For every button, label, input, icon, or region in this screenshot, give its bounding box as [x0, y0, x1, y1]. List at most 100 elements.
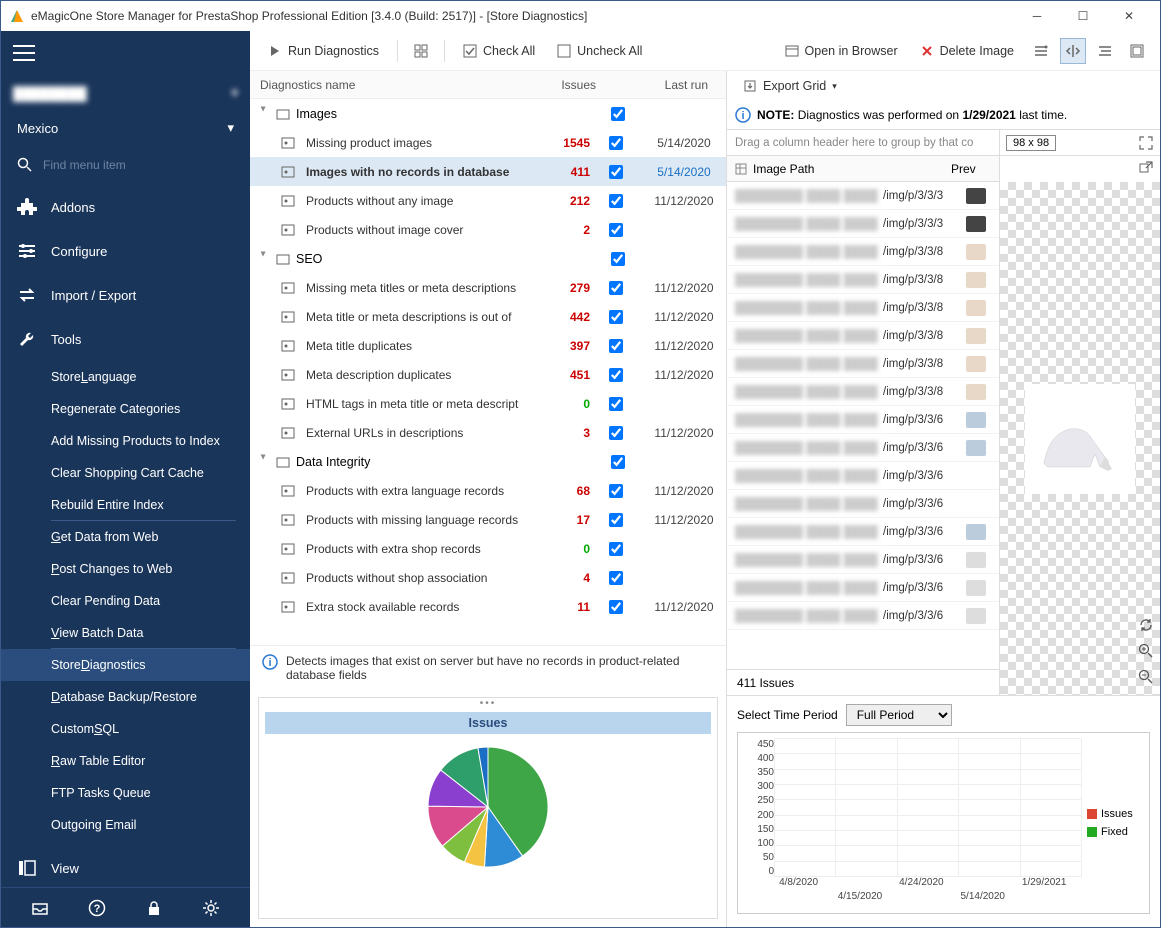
- zoom-in-icon[interactable]: [1138, 643, 1156, 661]
- menu-toggle[interactable]: [1, 31, 250, 75]
- chevron-down-icon: ▾: [832, 81, 837, 92]
- grid-row[interactable]: ████████ ████ ████/img/p/3/3/6: [727, 462, 999, 490]
- toolbar-icon-1[interactable]: [408, 38, 434, 64]
- tree-group[interactable]: ▸Images: [250, 99, 726, 128]
- sidebar-sub-9[interactable]: Store Diagnostics: [1, 649, 250, 681]
- grid-row[interactable]: ████████ ████ ████/img/p/3/3/6: [727, 434, 999, 462]
- grid-row[interactable]: ████████ ████ ████/img/p/3/3/8: [727, 238, 999, 266]
- maximize-button[interactable]: ☐: [1060, 1, 1106, 31]
- app-icon: [9, 8, 25, 24]
- open-browser-button[interactable]: Open in Browser: [777, 40, 906, 62]
- delete-image-button[interactable]: Delete Image: [912, 40, 1022, 62]
- group-drop-zone[interactable]: Drag a column header here to group by th…: [727, 130, 999, 156]
- nav-tools[interactable]: Tools: [1, 317, 250, 361]
- inbox-icon[interactable]: [31, 899, 49, 917]
- tree-row[interactable]: Meta description duplicates45111/12/2020: [250, 360, 726, 389]
- expand-icon[interactable]: [1138, 135, 1154, 151]
- close-button[interactable]: ✕: [1106, 1, 1152, 31]
- nav-configure[interactable]: Configure: [1, 229, 250, 273]
- grid-row[interactable]: ████████ ████ ████/img/p/3/3/8: [727, 350, 999, 378]
- sidebar-sub-10[interactable]: Database Backup/Restore: [1, 681, 250, 713]
- grid-row[interactable]: ████████ ████ ████/img/p/3/3/6: [727, 490, 999, 518]
- store-selector[interactable]: ████████▾: [1, 75, 250, 111]
- tree-row[interactable]: Missing product images15455/14/2020: [250, 128, 726, 157]
- sidebar-sub-1[interactable]: Regenerate Categories: [1, 393, 250, 425]
- tree-row[interactable]: Extra stock available records1111/12/202…: [250, 592, 726, 621]
- svg-text:i: i: [741, 110, 744, 122]
- grid-row[interactable]: ████████ ████ ████/img/p/3/3/3: [727, 182, 999, 210]
- sidebar-sub-3[interactable]: Clear Shopping Cart Cache: [1, 457, 250, 489]
- minimize-button[interactable]: ─: [1014, 1, 1060, 31]
- uncheck-all-button[interactable]: Uncheck All: [549, 40, 650, 62]
- titlebar: eMagicOne Store Manager for PrestaShop P…: [1, 1, 1160, 31]
- refresh-icon[interactable]: [1138, 617, 1156, 635]
- sidebar-sub-14[interactable]: Outgoing Email: [1, 809, 250, 841]
- tree-row[interactable]: Missing meta titles or meta descriptions…: [250, 273, 726, 302]
- grid-row[interactable]: ████████ ████ ████/img/p/3/3/3: [727, 210, 999, 238]
- tree-row[interactable]: Products with missing language records17…: [250, 505, 726, 534]
- tree-row[interactable]: Images with no records in database4115/1…: [250, 157, 726, 186]
- grid-row[interactable]: ████████ ████ ████/img/p/3/3/6: [727, 518, 999, 546]
- check-all-icon: [463, 44, 477, 58]
- column-chooser-icon[interactable]: [735, 163, 747, 175]
- play-icon: [268, 44, 282, 58]
- region-selector[interactable]: Mexico ▾: [1, 111, 250, 145]
- toolbar-icon-2[interactable]: [1028, 38, 1054, 64]
- sidebar-sub-2[interactable]: Add Missing Products to Index: [1, 425, 250, 457]
- grid-row[interactable]: ████████ ████ ████/img/p/3/3/6: [727, 602, 999, 630]
- check-all-button[interactable]: Check All: [455, 40, 543, 62]
- nav-import-export[interactable]: Import / Export: [1, 273, 250, 317]
- grid-row[interactable]: ████████ ████ ████/img/p/3/3/8: [727, 266, 999, 294]
- grid-row[interactable]: ████████ ████ ████/img/p/3/3/8: [727, 322, 999, 350]
- grid-row[interactable]: ████████ ████ ████/img/p/3/3/8: [727, 378, 999, 406]
- browser-icon: [785, 44, 799, 58]
- sidebar-sub-8[interactable]: View Batch Data: [51, 617, 236, 649]
- sidebar-sub-13[interactable]: FTP Tasks Queue: [1, 777, 250, 809]
- drag-handle[interactable]: •••: [259, 698, 717, 708]
- search-icon: [17, 157, 33, 173]
- sidebar-sub-0[interactable]: Store Language: [1, 361, 250, 393]
- sidebar-sub-11[interactable]: Custom SQL: [1, 713, 250, 745]
- tree-row[interactable]: External URLs in descriptions311/12/2020: [250, 418, 726, 447]
- info-icon: i: [262, 654, 278, 670]
- gear-icon[interactable]: [202, 899, 220, 917]
- grid-row[interactable]: ████████ ████ ████/img/p/3/3/8: [727, 294, 999, 322]
- tree-row[interactable]: Products with extra language records6811…: [250, 476, 726, 505]
- zoom-out-icon[interactable]: [1138, 669, 1156, 687]
- toolbar-icon-3[interactable]: [1060, 38, 1086, 64]
- tree-group[interactable]: ▸SEO: [250, 244, 726, 273]
- tree-row[interactable]: Products without any image21211/12/2020: [250, 186, 726, 215]
- tree-row[interactable]: Products without image cover2: [250, 215, 726, 244]
- grid-row[interactable]: ████████ ████ ████/img/p/3/3/6: [727, 406, 999, 434]
- tree-row[interactable]: Products without shop association4: [250, 563, 726, 592]
- time-period-select[interactable]: Full Period: [846, 704, 952, 726]
- diagnostics-tree: ▸ImagesMissing product images15455/14/20…: [250, 99, 726, 645]
- tree-row[interactable]: Products with extra shop records0: [250, 534, 726, 563]
- help-icon[interactable]: ?: [88, 899, 106, 917]
- toolbar-icon-5[interactable]: [1124, 38, 1150, 64]
- nav-addons[interactable]: Addons: [1, 185, 250, 229]
- nav-view[interactable]: View: [1, 849, 250, 887]
- tree-group[interactable]: ▸Data Integrity: [250, 447, 726, 476]
- search-placeholder: Find menu item: [43, 158, 126, 172]
- grid-row[interactable]: ████████ ████ ████/img/p/3/3/6: [727, 574, 999, 602]
- region-label: Mexico: [17, 121, 58, 136]
- sidebar-sub-7[interactable]: Clear Pending Data: [1, 585, 250, 617]
- sidebar-sub-6[interactable]: Post Changes to Web: [1, 553, 250, 585]
- run-diagnostics-button[interactable]: Run Diagnostics: [260, 40, 387, 62]
- lock-icon[interactable]: [145, 899, 163, 917]
- tree-row[interactable]: Meta title duplicates39711/12/2020: [250, 331, 726, 360]
- sliders-icon: [17, 241, 37, 261]
- tree-row[interactable]: Meta title or meta descriptions is out o…: [250, 302, 726, 331]
- sidebar-sub-12[interactable]: Raw Table Editor: [1, 745, 250, 777]
- popout-icon[interactable]: [1138, 160, 1154, 176]
- grid-footer: 411 Issues: [727, 669, 999, 695]
- sidebar-sub-5[interactable]: Get Data from Web: [1, 521, 250, 553]
- sidebar-search[interactable]: Find menu item: [1, 145, 250, 185]
- grid-row[interactable]: ████████ ████ ████/img/p/3/3/6: [727, 546, 999, 574]
- pie-title: Issues: [265, 712, 711, 734]
- toolbar-icon-4[interactable]: [1092, 38, 1118, 64]
- sidebar-sub-4[interactable]: Rebuild Entire Index: [51, 489, 236, 521]
- tree-row[interactable]: HTML tags in meta title or meta descript…: [250, 389, 726, 418]
- export-grid-button[interactable]: Export Grid ▾: [737, 76, 843, 96]
